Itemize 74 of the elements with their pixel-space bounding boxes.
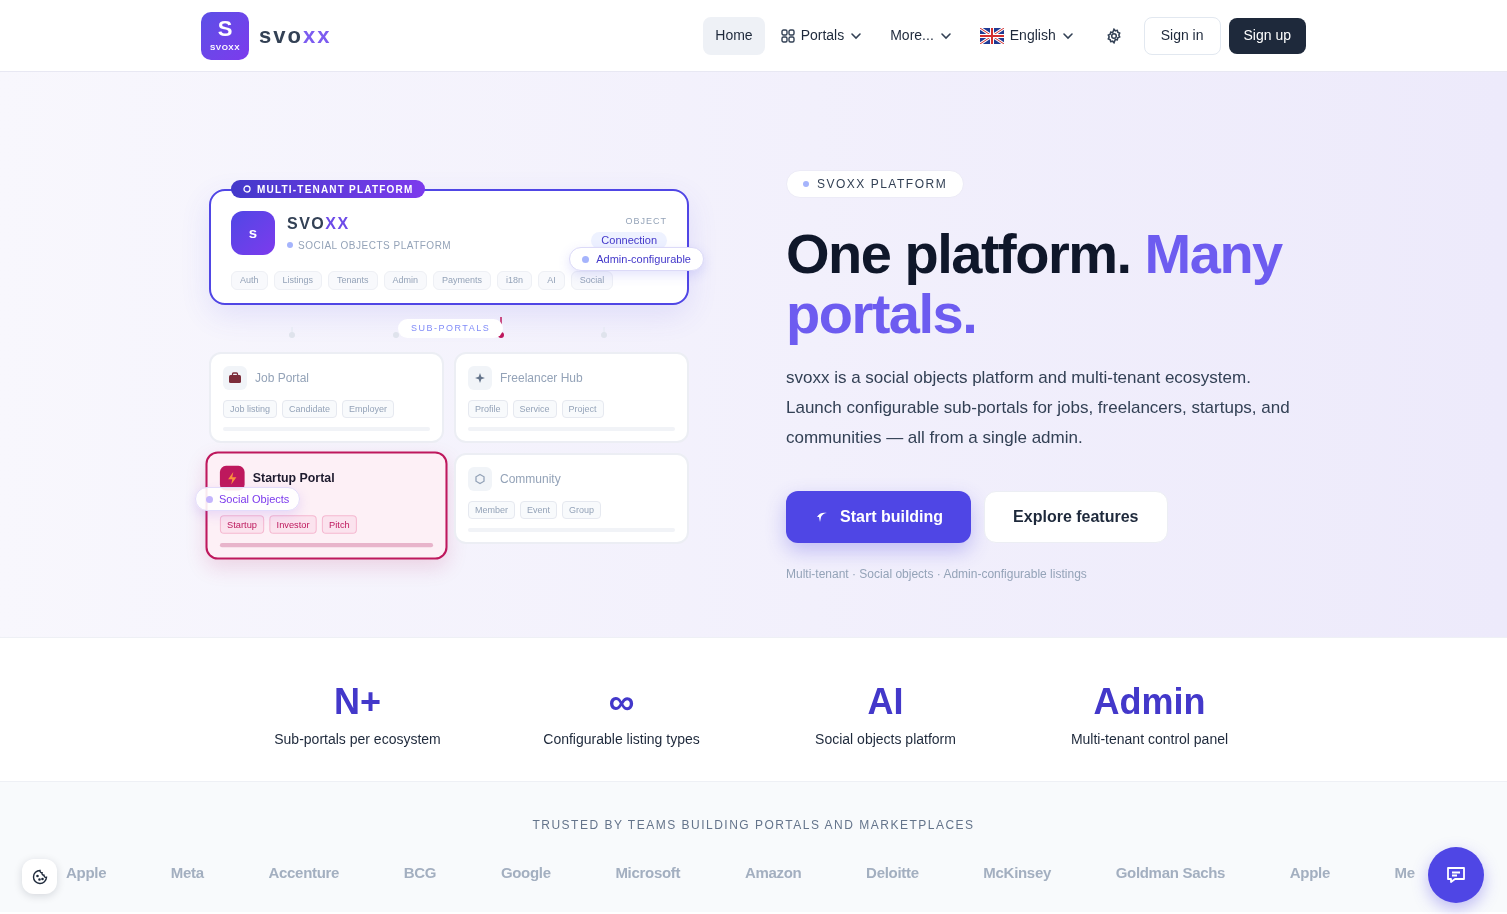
portal-tag: Startup	[219, 515, 265, 534]
portal-name: Freelancer Hub	[500, 370, 583, 387]
stat-label: Multi-tenant control panel	[1070, 730, 1229, 749]
module-tag: Payments	[433, 271, 492, 290]
portal-tag: Group	[562, 501, 602, 519]
company-logo: Goldman Sachs	[1115, 863, 1226, 883]
platform-subtitle: SOCIAL OBJECTS PLATFORM	[298, 238, 452, 253]
company-logo: Deloitte	[866, 863, 919, 883]
hero-headline: One platform. Many portals.	[786, 224, 1284, 344]
flag-icon	[979, 27, 1004, 44]
floating-label-text: Admin-configurable	[596, 251, 691, 267]
company-logo: McKinsey	[983, 863, 1051, 883]
explore-features-button[interactable]: Explore features	[984, 491, 1168, 543]
chat-icon	[1445, 864, 1467, 886]
brand-name[interactable]: svoxx	[259, 19, 332, 52]
portal-name: Job Portal	[255, 370, 310, 387]
ring-icon	[243, 185, 251, 193]
object-label: OBJECT	[625, 215, 667, 228]
section-title: TRUSTED BY TEAMS BUILDING PORTALS AND MARKETPLACES	[531, 817, 976, 834]
module-tag: AI	[538, 271, 565, 290]
portal-tag: Member	[468, 501, 515, 519]
start-building-button[interactable]: Start building	[786, 491, 972, 543]
module-tag: i18n	[497, 271, 533, 290]
portal-name: Community	[500, 471, 561, 488]
module-tag: Auth	[231, 271, 268, 290]
module-tag: Listings	[273, 271, 323, 290]
stat-value: AI	[867, 682, 904, 722]
stat-label: Configurable listing types	[543, 730, 700, 749]
company-logo: Amazon	[744, 863, 802, 883]
portal-name: Startup Portal	[252, 470, 335, 488]
connector-label: SUB-PORTALS	[398, 319, 504, 338]
sign-up-button[interactable]: Sign up	[1228, 17, 1306, 54]
portal-icon	[468, 366, 492, 390]
module-tag: Tenants	[328, 271, 378, 290]
portal-tag: Event	[520, 501, 558, 519]
module-tag: Social	[570, 271, 614, 290]
company-logo: Microsoft	[615, 863, 681, 883]
company-logo: Apple	[66, 863, 107, 883]
hero-description: svoxx is a social objects platform and multi-tenant ecosystem. Launch configurable sub-portals for jobs, freelancers, startups, and communities — all from a single admin.	[786, 367, 1291, 449]
portal-tag: Job listing	[223, 400, 278, 418]
stat-label: Social objects platform	[815, 730, 956, 749]
nav-link[interactable]: Home	[703, 16, 765, 55]
portal-tag: Employer	[342, 400, 395, 418]
portal-icon	[223, 366, 247, 390]
portal-tag: Investor	[269, 515, 317, 534]
sign-in-button[interactable]: Sign in	[1143, 16, 1221, 55]
floating-label-text: Social Objects	[219, 491, 290, 507]
company-logo: Me	[1394, 863, 1415, 883]
portal-tag: Candidate	[282, 400, 338, 418]
cookie-icon	[31, 868, 48, 885]
company-logo: Accenture	[268, 863, 340, 883]
eyebrow-text: SVOXX PLATFORM	[817, 176, 948, 193]
portal-tag: Profile	[468, 400, 508, 418]
portal-tag: Pitch	[321, 515, 357, 534]
stat-value: Admin	[1093, 682, 1206, 722]
company-logo: Meta	[170, 863, 204, 883]
company-logo: BCG	[403, 863, 437, 883]
company-logo: Apple	[1289, 863, 1330, 883]
module-tag: Admin	[383, 271, 428, 290]
company-logo: Google	[500, 863, 551, 883]
platform-badge-text: MULTI-TENANT PLATFORM	[257, 182, 414, 197]
stat-label: Sub-portals per ecosystem	[274, 730, 441, 749]
grid-icon	[780, 28, 795, 43]
settings-icon	[1105, 27, 1122, 44]
stat-value: ∞	[608, 682, 635, 722]
stat-value: N+	[334, 682, 381, 722]
portal-icon	[468, 467, 492, 491]
cookie-settings-button[interactable]	[22, 859, 57, 894]
hero-footnote: Multi-tenant · Social objects · Admin-configurable listings	[786, 566, 1088, 583]
logo-icon[interactable]: S SVOXX	[201, 11, 249, 60]
portal-tag: Service	[512, 400, 557, 418]
platform-icon: s	[231, 211, 275, 255]
portal-tag: Project	[561, 400, 604, 418]
platform-name: SVOXX	[287, 213, 351, 234]
